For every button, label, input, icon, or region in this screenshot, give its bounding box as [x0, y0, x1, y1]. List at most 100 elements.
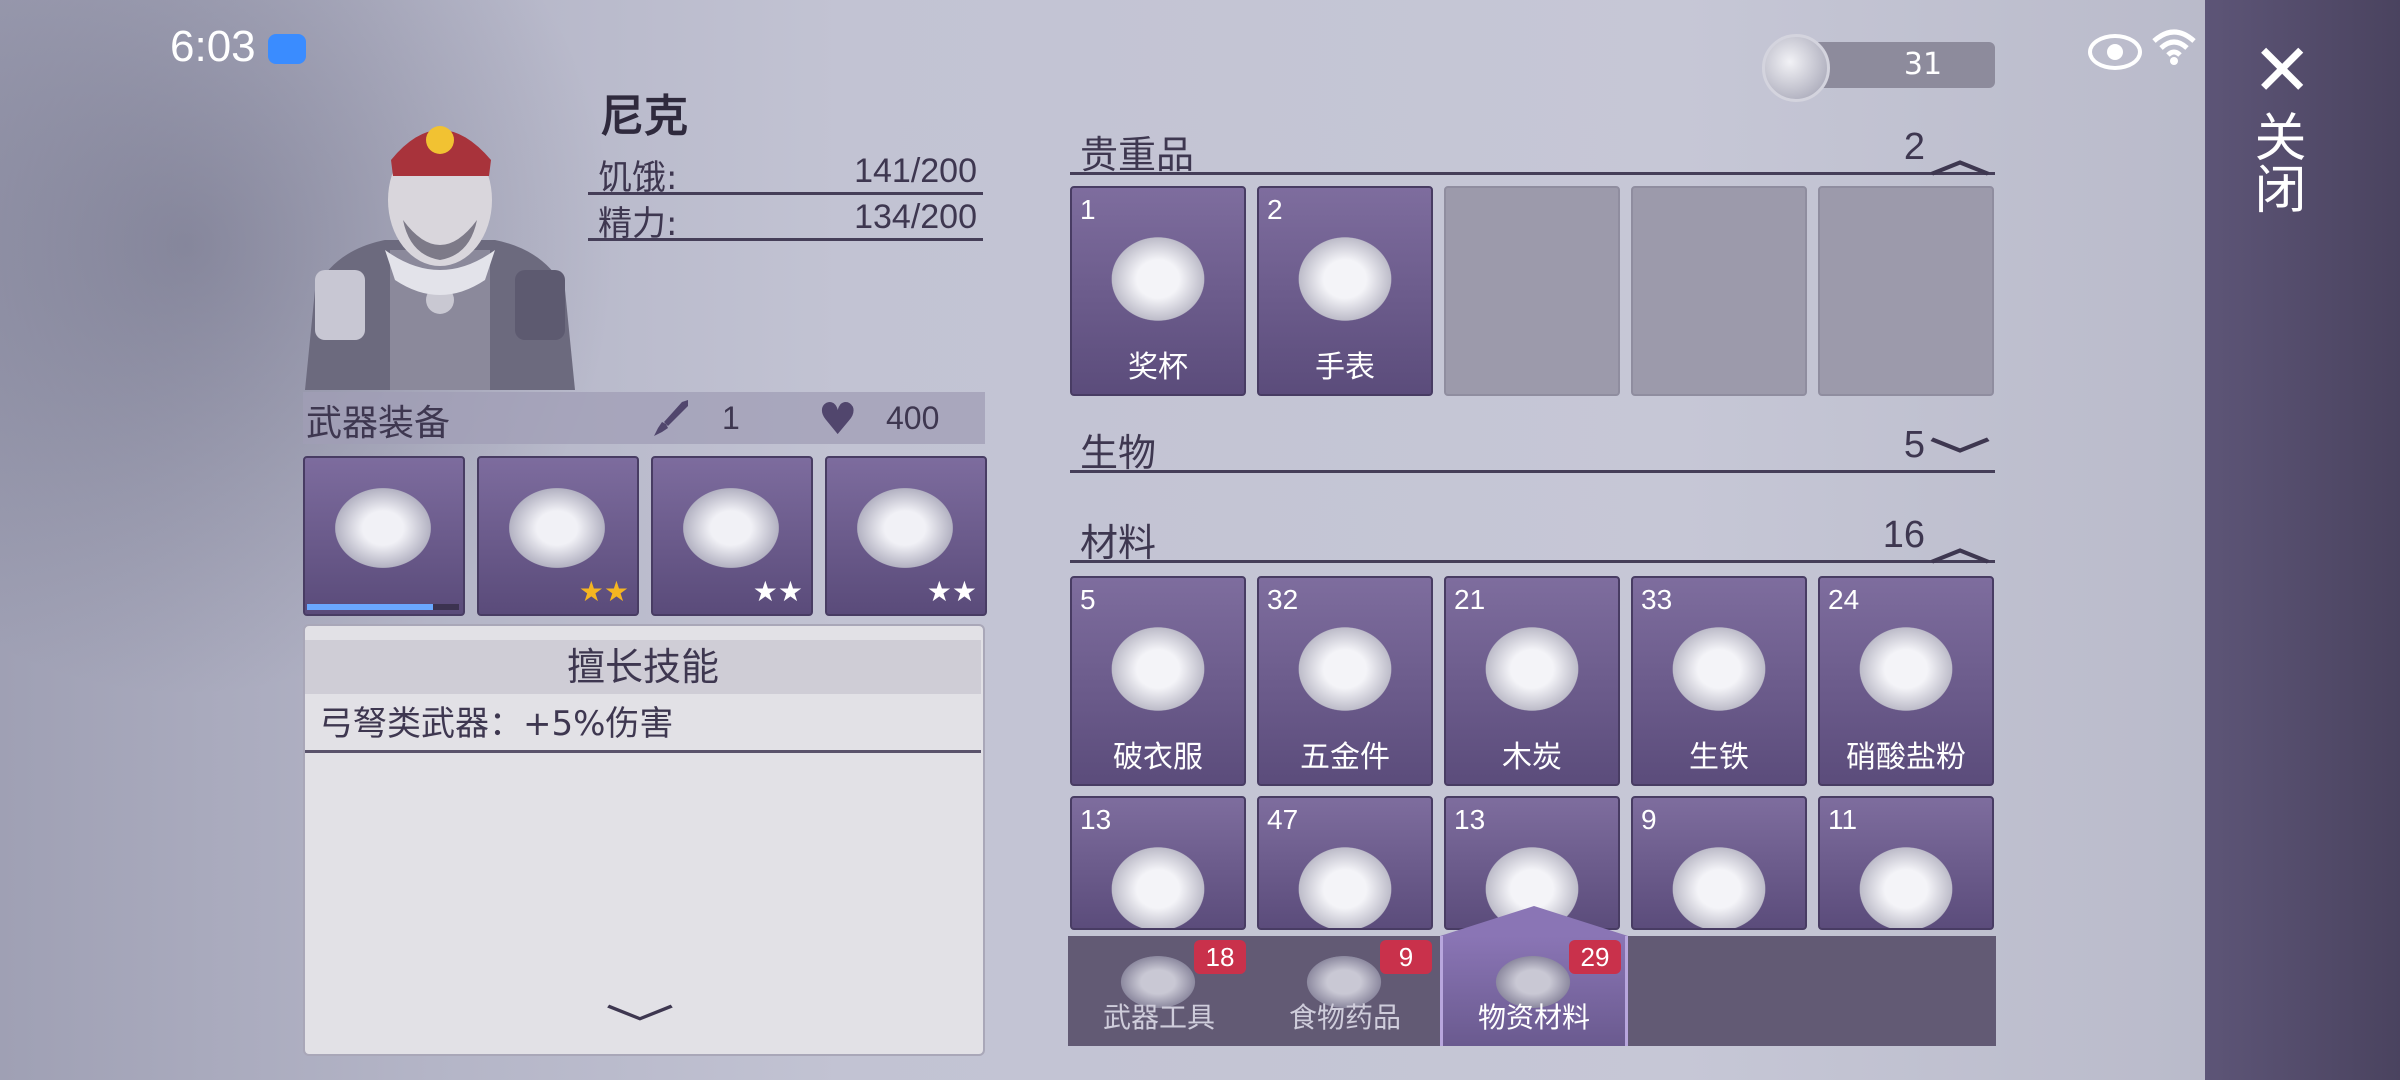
- close-button-label[interactable]: 关闭: [2245, 110, 2305, 214]
- durability-bar: [307, 604, 459, 610]
- item-slot[interactable]: 13: [1070, 796, 1246, 930]
- currency-value: 31: [1903, 47, 1943, 82]
- item-slot[interactable]: 5 破衣服: [1070, 576, 1246, 786]
- hardware-icon: [1295, 624, 1395, 714]
- item-quantity: 9: [1641, 804, 1657, 835]
- item-quantity: 11: [1828, 804, 1858, 835]
- item-quantity: 5: [1080, 584, 1096, 615]
- equip-slot-scarf[interactable]: ★★: [477, 456, 639, 616]
- tab-badge: 18: [1194, 940, 1246, 974]
- category-count: 5: [1903, 424, 1925, 466]
- eye-icon: [2088, 34, 2142, 70]
- equip-slot-armor[interactable]: ★★: [651, 456, 813, 616]
- chevron-down-icon[interactable]: ﹀: [1930, 426, 1991, 481]
- chevron-up-icon[interactable]: ︿: [1930, 516, 1991, 571]
- skill-item: 弓弩类武器：+5%伤害: [305, 698, 981, 753]
- tab-label: 武器工具: [1102, 1001, 1215, 1034]
- item-quantity: 33: [1641, 584, 1673, 615]
- item-name: 破衣服: [1113, 740, 1203, 775]
- tab-badge: 29: [1569, 940, 1621, 974]
- item-quantity: 24: [1828, 584, 1860, 615]
- character-name: 尼克: [600, 91, 688, 142]
- tab-label: 食物药品: [1288, 1001, 1401, 1034]
- category-count: 16: [1882, 514, 1925, 556]
- character-portrait: [305, 100, 575, 390]
- armor-vest-icon: [683, 488, 779, 568]
- stat-hunger: 饥饿: 141/200: [588, 148, 983, 198]
- item-slot[interactable]: 24 硝酸盐粉: [1818, 576, 1994, 786]
- item-quantity: 21: [1454, 584, 1486, 615]
- tab-label: 物资材料: [1477, 1001, 1590, 1034]
- stat-value: 141/200: [854, 152, 977, 190]
- nitrate-powder-icon: [1856, 624, 1956, 714]
- category-materials[interactable]: 材料 16 ︿: [1070, 508, 1995, 569]
- tab-food-medicine[interactable]: 9 食物药品: [1254, 936, 1436, 1046]
- trophy-icon: [1108, 234, 1208, 324]
- tab-weapons-tools[interactable]: 18 武器工具: [1068, 936, 1250, 1046]
- item-name: 手表: [1315, 350, 1375, 385]
- cloud-icon: [268, 34, 306, 64]
- sword-icon: [652, 398, 692, 447]
- item-quantity: 13: [1454, 804, 1486, 835]
- log-icon: [1295, 844, 1395, 928]
- item-slot[interactable]: 1 奖杯: [1070, 186, 1246, 396]
- category-count: 2: [1903, 126, 1925, 168]
- heart-icon: ♥: [818, 394, 858, 445]
- item-name: 五金件: [1300, 740, 1390, 775]
- rarity-stars: ★★: [578, 575, 629, 608]
- item-slot[interactable]: 32 五金件: [1257, 576, 1433, 786]
- rag-icon: [1108, 624, 1208, 714]
- attack-value: 1: [722, 400, 740, 436]
- item-name: 木炭: [1502, 740, 1562, 775]
- item-quantity: 13: [1080, 804, 1112, 835]
- tab-materials[interactable]: 29 物资材料: [1440, 906, 1628, 1046]
- pants-icon: [857, 488, 953, 568]
- item-name: 奖杯: [1128, 350, 1188, 385]
- tab-badge: 9: [1380, 940, 1432, 974]
- skill-panel-title: 擅长技能: [305, 640, 981, 694]
- cloth-icon: [1856, 844, 1956, 928]
- item-slot[interactable]: 2 手表: [1257, 186, 1433, 396]
- chevron-down-icon[interactable]: ﹀: [605, 990, 675, 1054]
- equip-slot-weapon[interactable]: [303, 456, 465, 616]
- charcoal-icon: [1482, 624, 1582, 714]
- empty-slot: [1818, 186, 1994, 396]
- health-value: 400: [886, 400, 940, 436]
- stat-value: 134/200: [854, 198, 977, 236]
- category-creatures[interactable]: 生物 5 ﹀: [1070, 418, 1995, 479]
- category-valuables[interactable]: 贵重品 2 ︿: [1070, 120, 1995, 181]
- stat-label: 精力:: [598, 204, 678, 244]
- iron-ingot-icon: [1669, 624, 1769, 714]
- category-title: 材料: [1080, 521, 1157, 565]
- crossbow-bolt-icon: [335, 488, 431, 568]
- weapon-section-title: 武器装备: [306, 403, 451, 444]
- item-slot[interactable]: 21 木炭: [1444, 576, 1620, 786]
- wifi-icon: [2150, 24, 2198, 78]
- item-name: 生铁: [1689, 740, 1749, 775]
- empty-slot: [1444, 186, 1620, 396]
- item-slot[interactable]: 9: [1631, 796, 1807, 930]
- item-slot[interactable]: 47: [1257, 796, 1433, 930]
- silver-coin-icon: [1762, 34, 1830, 102]
- item-slot[interactable]: 33 生铁: [1631, 576, 1807, 786]
- rarity-stars: ★★: [752, 575, 803, 608]
- item-name: 硝酸盐粉: [1846, 740, 1966, 775]
- status-time: 6:03: [170, 22, 256, 71]
- scarf-icon: [509, 488, 605, 568]
- rarity-stars: ★★: [926, 575, 977, 608]
- chevron-up-icon[interactable]: ︿: [1930, 128, 1991, 183]
- item-quantity: 1: [1080, 194, 1096, 225]
- stat-energy: 精力: 134/200: [588, 194, 983, 244]
- tape-icon: [1669, 844, 1769, 928]
- close-icon[interactable]: ✕: [2252, 34, 2312, 106]
- item-quantity: 2: [1267, 194, 1283, 225]
- category-title: 贵重品: [1080, 133, 1195, 177]
- equip-slot-pants[interactable]: ★★: [825, 456, 987, 616]
- item-quantity: 47: [1267, 804, 1299, 835]
- empty-slot: [1631, 186, 1807, 396]
- category-title: 生物: [1080, 431, 1157, 475]
- stone-icon: [1108, 844, 1208, 928]
- stat-label: 饥饿:: [598, 158, 678, 198]
- skill-text: 弓弩类武器：+5%伤害: [319, 704, 674, 744]
- item-slot[interactable]: 11: [1818, 796, 1994, 930]
